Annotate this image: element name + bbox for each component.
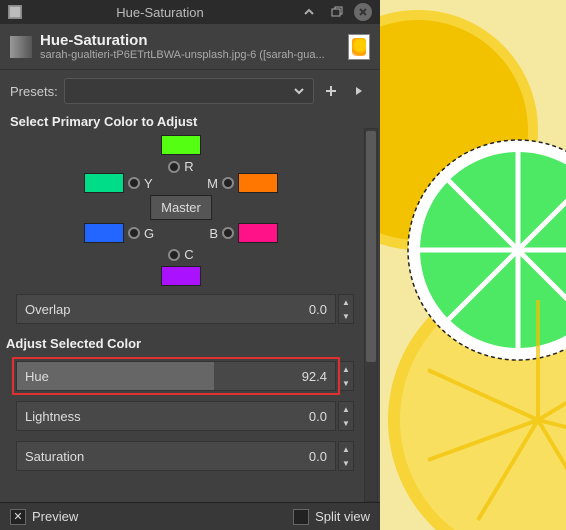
saturation-step-down[interactable]: ▼ — [339, 456, 353, 470]
hue-slider[interactable]: Hue 92.4 ▲▼ — [16, 361, 354, 391]
swatch-b[interactable] — [238, 223, 278, 243]
app-icon — [8, 5, 22, 19]
radio-g[interactable] — [128, 227, 140, 239]
dialog-title: Hue-Saturation — [40, 32, 340, 49]
swatch-r[interactable] — [161, 135, 201, 155]
close-icon[interactable] — [354, 3, 372, 21]
color-wheel: R Y M Master G B — [10, 135, 352, 290]
hue-value: 92.4 — [302, 369, 327, 384]
dialog-subtitle: sarah-gualtieri-tP6ETrtLBWA-unsplash.jpg… — [40, 49, 340, 61]
channel-g-label: G — [144, 226, 154, 241]
presets-dropdown[interactable] — [64, 78, 314, 104]
splitview-checkbox[interactable] — [293, 509, 309, 525]
saturation-label: Saturation — [25, 449, 84, 464]
panel-scrollbar[interactable] — [364, 128, 378, 502]
splitview-label: Split view — [315, 509, 370, 524]
window-title: Hue-Saturation — [28, 5, 292, 20]
preview-checkbox[interactable]: ✕ — [10, 509, 26, 525]
footer: ✕ Preview Split view — [0, 502, 380, 530]
channel-r-label: R — [184, 159, 193, 174]
swatch-g[interactable] — [84, 223, 124, 243]
lightness-value: 0.0 — [309, 409, 327, 424]
tool-icon — [10, 36, 32, 58]
adjust-color-label: Adjust Selected Color — [0, 334, 362, 357]
hue-step-up[interactable]: ▲ — [339, 362, 353, 376]
overlap-step-down[interactable]: ▼ — [339, 309, 353, 323]
add-preset-button[interactable] — [320, 80, 342, 102]
lightness-step-up[interactable]: ▲ — [339, 402, 353, 416]
collapse-icon[interactable] — [298, 1, 320, 23]
lightness-step-down[interactable]: ▼ — [339, 416, 353, 430]
overlap-step-up[interactable]: ▲ — [339, 295, 353, 309]
swatch-m[interactable] — [238, 173, 278, 193]
primary-color-label: Select Primary Color to Adjust — [0, 112, 362, 135]
channel-m-label: M — [207, 176, 218, 191]
hue-step-down[interactable]: ▼ — [339, 376, 353, 390]
saturation-step-up[interactable]: ▲ — [339, 442, 353, 456]
canvas-image[interactable] — [380, 0, 566, 530]
overlap-value: 0.0 — [309, 302, 327, 317]
titlebar: Hue-Saturation — [0, 0, 380, 24]
overlap-slider[interactable]: Overlap 0.0 ▲▼ — [16, 294, 354, 324]
radio-r[interactable] — [168, 161, 180, 173]
radio-b[interactable] — [222, 227, 234, 239]
swatch-c[interactable] — [161, 266, 201, 286]
channel-y-label: Y — [144, 176, 153, 191]
radio-m[interactable] — [222, 177, 234, 189]
saturation-value: 0.0 — [309, 449, 327, 464]
lightness-slider[interactable]: Lightness 0.0 ▲▼ — [16, 401, 354, 431]
overlap-label: Overlap — [25, 302, 71, 317]
radio-y[interactable] — [128, 177, 140, 189]
detach-icon[interactable] — [326, 1, 348, 23]
chevron-down-icon — [293, 85, 305, 97]
preset-menu-button[interactable] — [348, 80, 370, 102]
radio-c[interactable] — [168, 249, 180, 261]
dialog-header: Hue-Saturation sarah-gualtieri-tP6ETrtLB… — [0, 24, 380, 70]
channel-b-label: B — [209, 226, 218, 241]
hue-label: Hue — [25, 369, 49, 384]
image-thumbnail[interactable] — [348, 34, 370, 60]
lightness-label: Lightness — [25, 409, 81, 424]
master-button[interactable]: Master — [150, 195, 212, 220]
channel-c-label: C — [184, 247, 193, 262]
scrollbar-thumb[interactable] — [366, 131, 376, 362]
swatch-y[interactable] — [84, 173, 124, 193]
saturation-slider[interactable]: Saturation 0.0 ▲▼ — [16, 441, 354, 471]
preview-label: Preview — [32, 509, 78, 524]
presets-label: Presets: — [10, 84, 58, 99]
